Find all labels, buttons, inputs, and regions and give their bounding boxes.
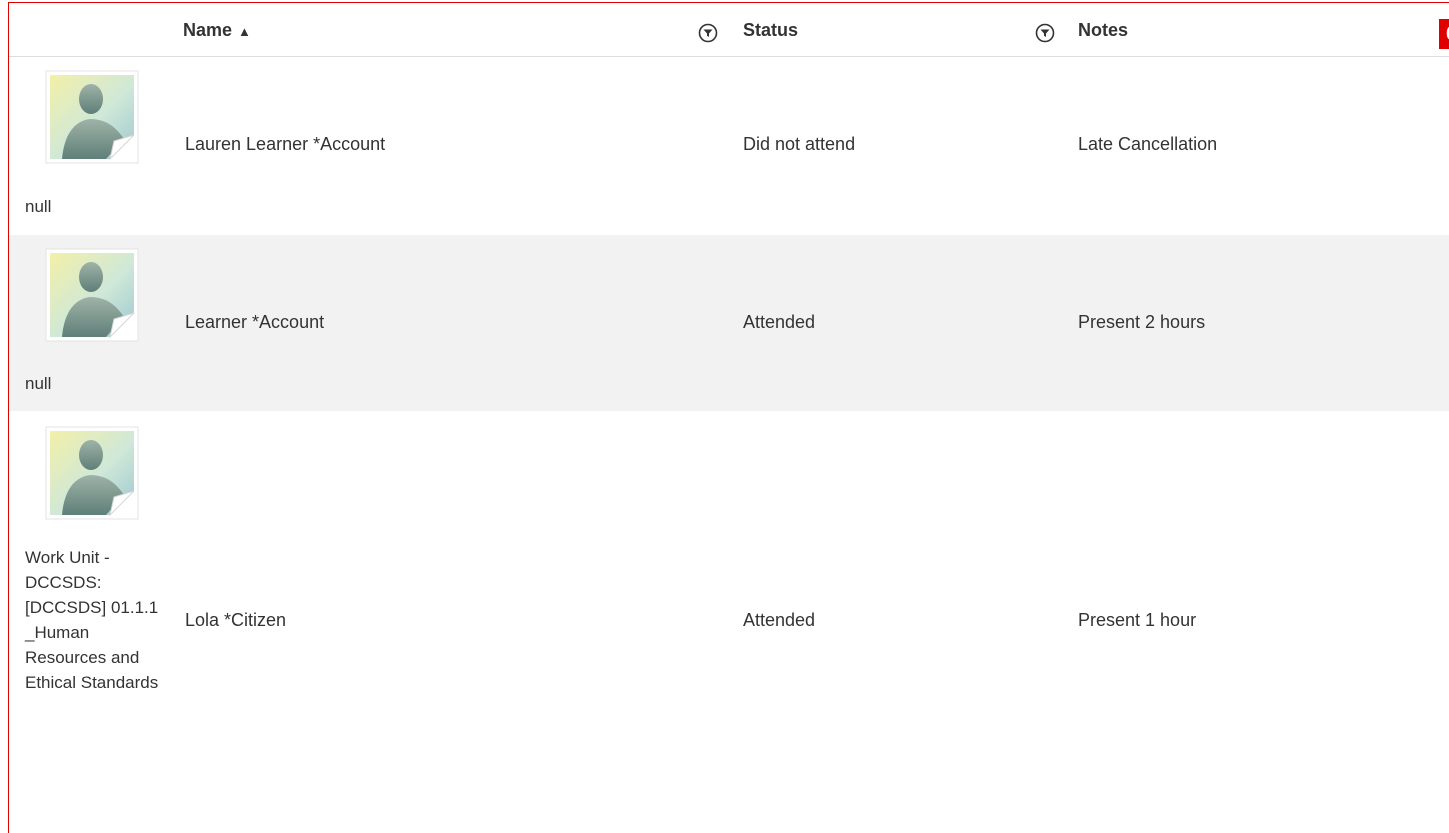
filter-icon[interactable]: [1035, 23, 1055, 43]
table-row[interactable]: null Learner *Account Attended Present 2…: [9, 235, 1449, 411]
table-header: Name ▲ Status Notes 6: [9, 3, 1449, 57]
filter-icon[interactable]: [698, 23, 718, 43]
learner-name: Lola *Citizen: [185, 610, 287, 630]
notes-text: Present 2 hours: [1078, 312, 1206, 332]
attendance-status: Attended: [743, 312, 816, 332]
avatar: [44, 425, 140, 521]
column-header-status[interactable]: Status: [743, 20, 798, 41]
learner-name: Lauren Learner *Account: [185, 134, 386, 154]
avatar: [44, 69, 140, 165]
count-badge: 6: [1439, 19, 1449, 49]
work-unit-text: null: [25, 374, 52, 393]
table-row[interactable]: null Lauren Learner *Account Did not att…: [9, 57, 1449, 235]
table-row[interactable]: Work Unit - DCCSDS: [DCCSDS] 01.1.1 _Hum…: [9, 411, 1449, 813]
column-header-name-label: Name: [183, 20, 233, 40]
column-header-notes[interactable]: Notes: [1078, 20, 1128, 41]
notes-text: Present 1 hour: [1078, 610, 1197, 630]
attendance-status: Attended: [743, 610, 816, 630]
attendance-status: Did not attend: [743, 134, 856, 154]
sort-ascending-icon: ▲: [238, 24, 251, 39]
avatar: [44, 247, 140, 343]
learner-name: Learner *Account: [185, 312, 325, 332]
work-unit-text: Work Unit - DCCSDS: [DCCSDS] 01.1.1 _Hum…: [25, 548, 159, 692]
notes-text: Late Cancellation: [1078, 134, 1218, 154]
work-unit-text: null: [25, 197, 52, 216]
column-header-name[interactable]: Name ▲: [183, 20, 251, 41]
